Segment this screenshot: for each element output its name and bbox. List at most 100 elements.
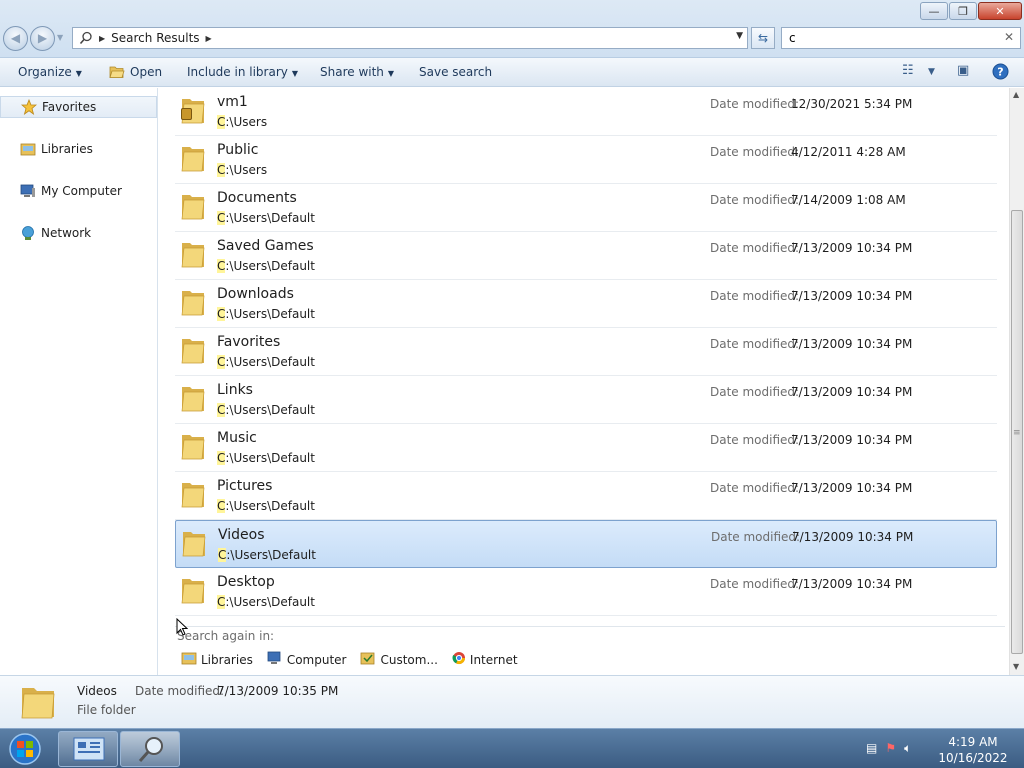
date-modified-value: 4/12/2011 4:28 AM: [791, 145, 906, 159]
recent-pages-dropdown-icon[interactable]: ▼: [57, 33, 63, 42]
result-row[interactable]: vm1 C:\Users Date modified: 12/30/2021 5:34…: [175, 88, 997, 136]
minimize-button[interactable]: —: [920, 2, 948, 20]
view-options-chevron-icon[interactable]: ▼: [928, 67, 935, 77]
search-again-item-label: Internet: [469, 652, 518, 667]
custom-folder-icon: [360, 651, 376, 668]
change-view-icon[interactable]: ☷: [902, 63, 914, 78]
search-again-internet[interactable]: Internet: [452, 651, 518, 668]
date-modified-value: 7/13/2009 10:34 PM: [791, 385, 913, 399]
close-button[interactable]: ✕: [978, 2, 1022, 20]
scroll-up-arrow-icon[interactable]: ▲: [1013, 90, 1019, 99]
vertical-scrollbar[interactable]: ▲ ≡ ▼: [1009, 88, 1024, 675]
result-name: Music: [217, 430, 257, 446]
scroll-grip-icon: ≡: [1013, 428, 1021, 438]
result-row[interactable]: Documents C:\Users\Default Date modified: 7…: [175, 184, 997, 232]
save-search-label: Save search: [419, 65, 493, 79]
result-row[interactable]: Saved Games C:\Users\Default Date modified…: [175, 232, 997, 280]
forward-button[interactable]: ▶: [30, 26, 55, 51]
start-button[interactable]: [5, 732, 45, 766]
libraries-icon: [181, 651, 197, 668]
preview-pane-icon[interactable]: ▣: [957, 63, 969, 78]
include-in-library-button[interactable]: Include in library ▼: [187, 65, 298, 79]
result-row[interactable]: Desktop C:\Users\Default Date modified: 7/1…: [175, 568, 997, 616]
date-modified-value: 7/13/2009 10:34 PM: [792, 530, 914, 544]
save-search-button[interactable]: Save search: [419, 65, 492, 79]
clock-time: 4:19 AM: [948, 735, 998, 749]
breadcrumb-arrow-icon[interactable]: ▶: [99, 34, 105, 43]
network-icon: [22, 226, 34, 240]
path-rest: :\Users\Default: [226, 548, 316, 562]
title-address-bar: — ❐ ✕ ◀ ▶ ▼ ▶ Search Results ▶ ▼ ⇆ ✕: [0, 0, 1024, 58]
address-dropdown-icon[interactable]: ▼: [736, 31, 743, 41]
date-modified-label: Date modified:: [710, 241, 800, 255]
folder-icon: [181, 483, 205, 508]
chevron-down-icon: ▼: [291, 69, 299, 78]
nav-item-my-computer[interactable]: My Computer: [0, 180, 157, 202]
result-row[interactable]: Public C:\Users Date modified: 4/12/2011 4:…: [175, 136, 997, 184]
date-modified-label: Date modified:: [710, 145, 800, 159]
lock-icon: [181, 108, 192, 120]
result-row[interactable]: Links C:\Users\Default Date modified: 7/13/…: [175, 376, 997, 424]
network-status-icon[interactable]: ▤: [866, 741, 877, 756]
path-rest: :\Users: [225, 115, 268, 129]
breadcrumb-search-results[interactable]: Search Results: [111, 31, 199, 45]
result-path: C:\Users\Default: [217, 259, 315, 273]
date-modified-value: 7/14/2009 1:08 AM: [791, 193, 906, 207]
folder-icon: [181, 147, 205, 172]
search-again-custom[interactable]: Custom...: [360, 651, 438, 668]
nav-label: Network: [41, 226, 92, 240]
nav-item-favorites[interactable]: Favorites: [0, 96, 157, 118]
divider: [175, 626, 1005, 627]
result-row[interactable]: Pictures C:\Users\Default Date modified: 7/…: [175, 472, 997, 520]
search-again-libraries[interactable]: Libraries: [181, 651, 253, 668]
folder-icon: [181, 195, 205, 220]
search-again-item-label: Computer: [286, 652, 347, 667]
result-name: Saved Games: [217, 238, 314, 254]
open-button[interactable]: Open: [109, 65, 162, 79]
nav-item-network[interactable]: Network: [0, 222, 157, 244]
search-again-computer[interactable]: Computer: [267, 651, 347, 668]
taskbar-search[interactable]: [120, 731, 180, 767]
taskbar-control-panel[interactable]: [58, 731, 118, 767]
action-center-icon[interactable]: ⚑: [885, 741, 896, 756]
clear-search-icon[interactable]: ✕: [1004, 30, 1014, 44]
address-bar[interactable]: ▶ Search Results ▶ ▼: [72, 27, 748, 49]
result-path: C:\Users\Default: [217, 499, 315, 513]
back-arrow-icon: ◀: [10, 31, 21, 45]
nav-item-libraries[interactable]: Libraries: [0, 138, 157, 160]
computer-icon: [267, 651, 283, 668]
chevron-down-icon: ▼: [387, 69, 395, 78]
details-name: Videos: [77, 684, 117, 698]
result-path: C:\Users: [217, 115, 267, 129]
result-row[interactable]: Downloads C:\Users\Default Date modified: 7…: [175, 280, 997, 328]
maximize-button[interactable]: ❐: [949, 2, 977, 20]
date-modified-label: Date modified:: [710, 433, 800, 447]
search-again-locations: Libraries Computer Custom... Internet: [181, 651, 518, 668]
folder-icon: [182, 532, 206, 557]
back-button[interactable]: ◀: [3, 26, 28, 51]
search-input[interactable]: [781, 27, 1021, 49]
organize-button[interactable]: Organize ▼: [18, 65, 82, 79]
scroll-down-arrow-icon[interactable]: ▼: [1013, 662, 1019, 671]
result-path: C:\Users\Default: [217, 403, 315, 417]
svg-text:?: ?: [997, 66, 1003, 79]
result-path: C:\Users: [217, 163, 267, 177]
star-icon: [21, 99, 37, 115]
help-icon[interactable]: ?: [992, 63, 1009, 84]
clock[interactable]: 4:19 AM 10/16/2022: [938, 734, 1008, 766]
result-row[interactable]: Videos C:\Users\Default Date modified: 7/13…: [175, 520, 997, 568]
refresh-button[interactable]: ⇆: [751, 27, 775, 49]
result-row[interactable]: Music C:\Users\Default Date modified: 7/13/…: [175, 424, 997, 472]
date-modified-label: Date modified:: [710, 97, 800, 111]
share-with-button[interactable]: Share with ▼: [320, 65, 394, 79]
breadcrumb-arrow-icon[interactable]: ▶: [206, 34, 212, 43]
result-name: Downloads: [217, 286, 294, 302]
result-row[interactable]: Favorites C:\Users\Default Date modified: 7…: [175, 328, 997, 376]
result-name: Favorites: [217, 334, 281, 350]
date-modified-value: 7/13/2009 10:34 PM: [791, 433, 913, 447]
volume-icon[interactable]: 🔈︎: [904, 741, 911, 756]
open-label: Open: [130, 65, 163, 79]
folder-icon: [21, 688, 55, 719]
date-modified-value: 7/13/2009 10:34 PM: [791, 337, 913, 351]
result-path: C:\Users\Default: [217, 595, 315, 609]
